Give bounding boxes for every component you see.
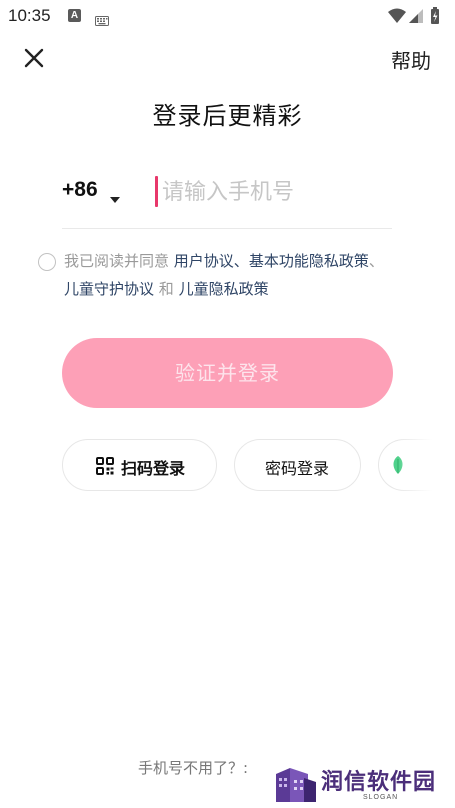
verify-and-login-button[interactable]: 验证并登录 (62, 338, 393, 408)
basic-privacy-policy-link[interactable]: 基本功能隐私政策 (249, 252, 369, 270)
phone-row: +86 (62, 164, 392, 229)
child-privacy-policy-link[interactable]: 儿童隐私政策 (179, 280, 269, 298)
user-agreement-link[interactable]: 用户协议 (174, 252, 234, 270)
leaf-icon (391, 455, 405, 479)
agreement-prefix: 我已阅读并同意 (64, 252, 174, 270)
watermark-logo: 润信软件园 SLOGAN (274, 764, 444, 804)
child-protection-agreement-link[interactable]: 儿童守护协议 (64, 280, 154, 298)
status-time: 10:35 (8, 6, 51, 25)
watermark-building-icon (276, 768, 316, 802)
status-bar: 10:35 A (0, 0, 455, 34)
watermark-slogan: SLOGAN (363, 794, 399, 801)
keyboard-icon (95, 11, 109, 30)
phone-unavailable-link[interactable]: 手机号不用了？: (138, 757, 248, 778)
agreement-text: 我已阅读并同意 用户协议、基本功能隐私政策、 儿童守护协议 和 儿童隐私政策 (64, 247, 419, 303)
watermark-text: 润信软件园 (321, 770, 437, 795)
wifi-icon (388, 8, 406, 23)
page-title: 登录后更精彩 (152, 102, 303, 130)
help-link[interactable]: 帮助 (391, 45, 431, 74)
a-badge-icon: A (68, 9, 81, 22)
agreement-and: 和 (154, 280, 179, 298)
phone-input[interactable] (156, 172, 392, 212)
password-login-label: 密码登录 (265, 459, 330, 478)
signal-icon (409, 9, 423, 23)
qr-login-label: 扫码登录 (121, 459, 186, 478)
qr-code-icon (96, 457, 114, 479)
close-icon (24, 48, 44, 68)
chevron-down-icon[interactable] (110, 188, 120, 207)
status-right-icons (387, 7, 445, 25)
third-party-login-button[interactable] (378, 439, 438, 491)
separator: 、 (233, 252, 249, 270)
password-login-button[interactable]: 密码登录 (234, 439, 361, 491)
close-button[interactable] (19, 43, 49, 73)
agreement-checkbox[interactable] (38, 253, 56, 271)
battery-icon (431, 7, 439, 24)
country-code-selector[interactable]: +86 (62, 178, 98, 202)
qr-login-button[interactable]: 扫码登录 (62, 439, 217, 491)
separator: 、 (368, 252, 384, 270)
